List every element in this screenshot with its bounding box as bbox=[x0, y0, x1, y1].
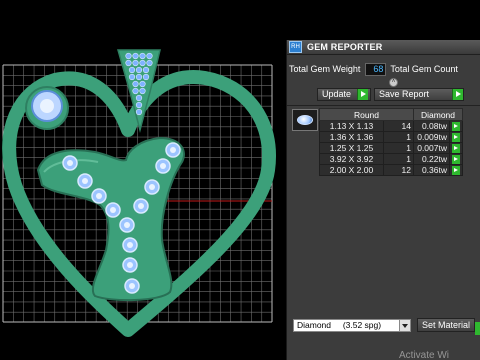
panel-title: GEM REPORTER bbox=[307, 42, 383, 52]
select-row-button[interactable] bbox=[449, 131, 463, 143]
gem-weight: 0.22tw bbox=[413, 153, 450, 165]
gem-count: 12 bbox=[383, 164, 414, 176]
header-diamond: Diamond bbox=[413, 108, 463, 121]
update-label: Update bbox=[322, 89, 352, 99]
totals-row: Total Gem Weight 68 Total Gem Count bbox=[289, 62, 458, 76]
gem-count: 1 bbox=[383, 131, 414, 143]
round-stone bbox=[144, 179, 160, 195]
gem-table-row[interactable]: 3.92 X 3.92 1 0.22tw bbox=[319, 153, 463, 165]
pave-stone bbox=[132, 87, 139, 95]
round-stone bbox=[119, 217, 135, 233]
total-gem-weight-value[interactable]: 68 bbox=[365, 62, 387, 76]
play-icon bbox=[452, 121, 460, 131]
gem-count: 1 bbox=[383, 142, 414, 154]
save-report-button[interactable]: Save Report bbox=[374, 88, 464, 101]
set-material-play-icon[interactable] bbox=[475, 322, 480, 335]
pave-stone bbox=[125, 59, 132, 67]
play-icon bbox=[452, 89, 463, 100]
gem-size: 3.92 X 3.92 bbox=[319, 153, 384, 165]
round-stone bbox=[91, 188, 107, 204]
pave-stone bbox=[142, 66, 150, 74]
pave-stone bbox=[146, 52, 153, 60]
activate-windows-watermark: Activate Wi bbox=[399, 350, 450, 360]
round-stone bbox=[155, 158, 171, 174]
gem-weight: 0.009tw bbox=[413, 131, 450, 143]
pave-stone bbox=[139, 59, 146, 67]
gem-count: 1 bbox=[383, 153, 414, 165]
3d-viewport[interactable] bbox=[0, 0, 286, 360]
play-icon bbox=[452, 165, 460, 175]
pave-stone bbox=[135, 73, 143, 81]
divider bbox=[287, 105, 480, 106]
gem-weight: 0.36tw bbox=[413, 164, 450, 176]
gem-count: 14 bbox=[383, 120, 414, 132]
save-report-label: Save Report bbox=[379, 89, 430, 99]
pave-stone bbox=[139, 87, 146, 95]
collapse-toggle-icon[interactable]: ˄ bbox=[389, 78, 398, 87]
action-buttons: Update Save Report bbox=[317, 88, 464, 101]
play-icon bbox=[452, 143, 460, 153]
select-row-button[interactable] bbox=[449, 142, 463, 154]
gem-table-row[interactable]: 1.36 X 1.36 1 0.009tw bbox=[319, 131, 463, 143]
header-round: Round bbox=[319, 108, 414, 121]
round-stone bbox=[133, 198, 149, 214]
pave-stone bbox=[125, 52, 132, 60]
round-gem-icon bbox=[297, 115, 313, 125]
gem-weight: 0.08tw bbox=[413, 120, 450, 132]
round-stone bbox=[124, 278, 140, 294]
material-select-value: Diamond (3.52 spg) bbox=[297, 319, 382, 330]
letter-y bbox=[36, 136, 185, 302]
pave-stone bbox=[135, 101, 143, 109]
select-row-button[interactable] bbox=[449, 120, 463, 132]
gem-reporter-icon: RH bbox=[289, 41, 302, 53]
round-stone bbox=[105, 202, 121, 218]
material-select[interactable]: Diamond (3.52 spg) bbox=[293, 318, 411, 332]
set-material-button[interactable]: Set Material bbox=[417, 318, 476, 332]
round-stone bbox=[165, 142, 181, 158]
select-row-button[interactable] bbox=[449, 164, 463, 176]
material-bar: Diamond (3.52 spg) Set Material bbox=[293, 318, 476, 332]
total-gem-weight-label: Total Gem Weight bbox=[289, 64, 361, 74]
total-gem-count-label: Total Gem Count bbox=[390, 64, 458, 74]
round-stone bbox=[77, 173, 93, 189]
pave-stone bbox=[132, 80, 139, 88]
pave-stone bbox=[135, 108, 143, 116]
round-stone bbox=[122, 237, 138, 253]
pave-stone bbox=[128, 66, 136, 74]
pave-stone bbox=[135, 94, 143, 102]
gem-size: 1.36 X 1.36 bbox=[319, 131, 384, 143]
gem-preview[interactable] bbox=[292, 109, 318, 131]
play-icon bbox=[452, 154, 460, 164]
play-icon bbox=[452, 132, 460, 142]
play-icon bbox=[357, 89, 369, 100]
gem-table: Round Diamond 1.13 X 1.13 14 0.08tw 1.36 X … bbox=[319, 108, 463, 176]
round-stone bbox=[62, 155, 78, 171]
gem-size: 2.00 X 2.00 bbox=[319, 164, 384, 176]
pave-stone bbox=[142, 73, 150, 81]
viewport-scene[interactable] bbox=[0, 0, 286, 360]
pave-stone bbox=[132, 52, 139, 60]
gem-table-row[interactable]: 1.25 X 1.25 1 0.007tw bbox=[319, 142, 463, 154]
gem-size: 1.13 X 1.13 bbox=[319, 120, 384, 132]
gem-weight: 0.007tw bbox=[413, 142, 450, 154]
gem-table-row[interactable]: 2.00 X 2.00 12 0.36tw bbox=[319, 164, 463, 176]
pave-stone bbox=[132, 59, 139, 67]
round-stone bbox=[122, 257, 138, 273]
gem-reporter-panel: RH GEM REPORTER Total Gem Weight 68 Tota… bbox=[286, 40, 480, 360]
update-button[interactable]: Update bbox=[317, 88, 371, 101]
gem-table-row[interactable]: 1.13 X 1.13 14 0.08tw bbox=[319, 120, 463, 132]
gem-size: 1.25 X 1.25 bbox=[319, 142, 384, 154]
pave-stone bbox=[139, 52, 146, 60]
pave-stone bbox=[135, 66, 143, 74]
dropdown-arrow-icon[interactable] bbox=[399, 319, 410, 331]
pave-stone bbox=[146, 59, 153, 67]
pave-stone bbox=[139, 80, 146, 88]
pave-stone bbox=[128, 73, 136, 81]
select-row-button[interactable] bbox=[449, 153, 463, 165]
panel-titlebar[interactable]: RH GEM REPORTER bbox=[287, 40, 480, 55]
